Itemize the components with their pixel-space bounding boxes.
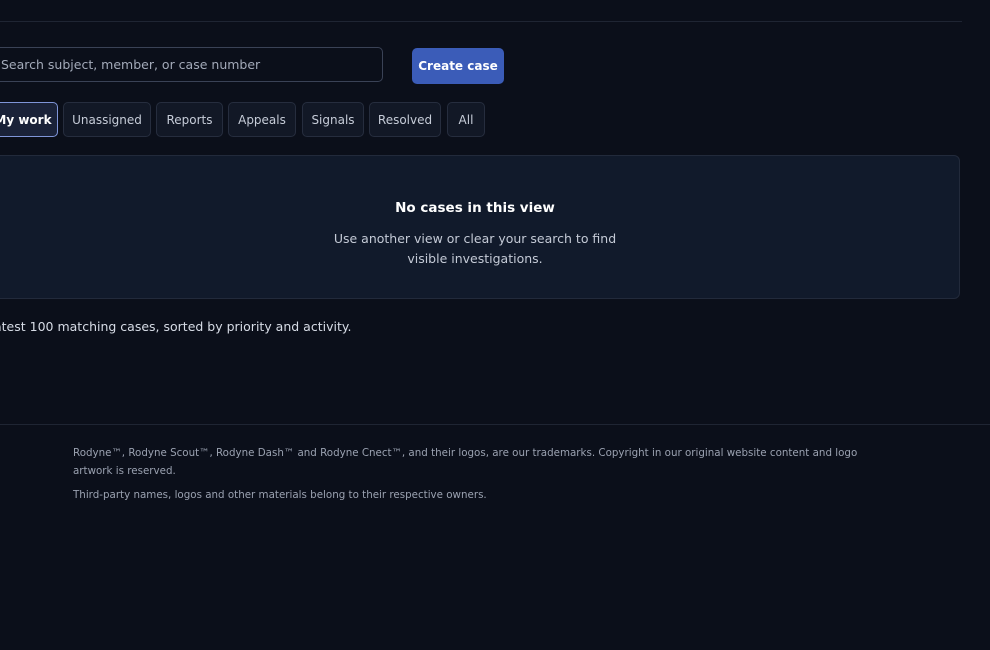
footer-trademark-notice: Rodyne™, Rodyne Scout™, Rodyne Dash™ and…	[73, 447, 858, 477]
top-divider	[0, 21, 962, 22]
tab-appeals[interactable]: Appeals	[228, 102, 296, 137]
tab-signals[interactable]: Signals	[302, 102, 364, 137]
empty-state-message: Use another view or clear your search to…	[333, 231, 617, 266]
empty-state-panel	[0, 155, 960, 299]
create-case-button[interactable]: Create case	[412, 48, 504, 84]
cases-page: Create case My work Unassigned Reports A…	[0, 0, 990, 650]
empty-state-title: No cases in this view	[395, 200, 555, 216]
tab-resolved[interactable]: Resolved	[369, 102, 441, 137]
tab-unassigned[interactable]: Unassigned	[63, 102, 151, 137]
case-search-input[interactable]	[0, 47, 383, 82]
results-note: atest 100 matching cases, sorted by prio…	[0, 319, 352, 334]
tab-my-work[interactable]: My work	[0, 102, 58, 137]
tab-reports[interactable]: Reports	[156, 102, 223, 137]
footer-divider	[0, 424, 990, 425]
footer-third-party-notice: Third-party names, logos and other mater…	[73, 489, 487, 501]
tab-all[interactable]: All	[447, 102, 485, 137]
